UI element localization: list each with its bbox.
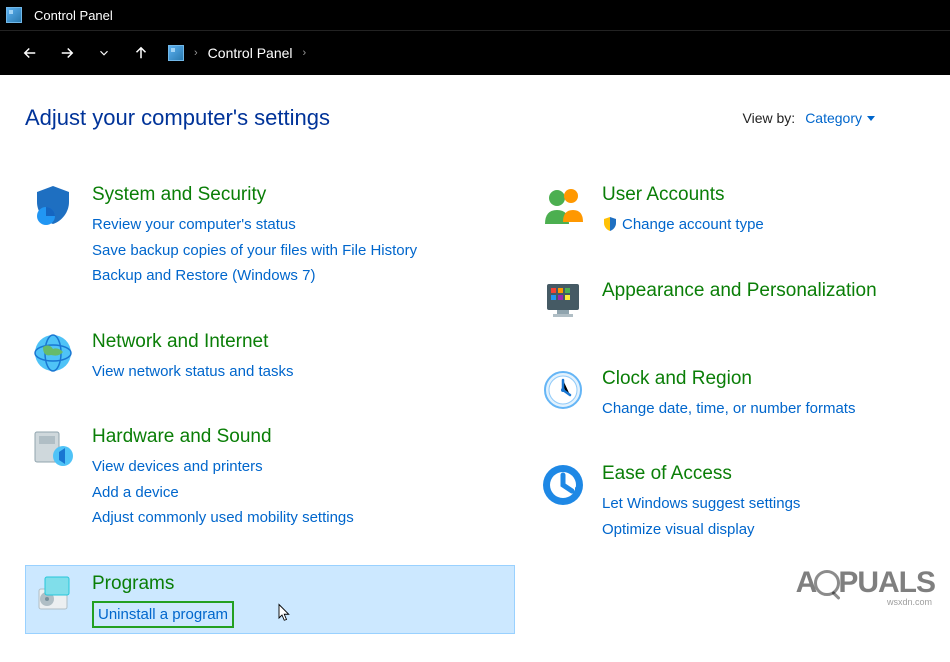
arrow-right-icon <box>58 44 76 62</box>
category-body: Network and Internet View network status… <box>92 329 294 385</box>
category-link[interactable]: Change account type <box>602 212 764 238</box>
category-link[interactable]: Change date, time, or number formats <box>602 396 855 422</box>
title-bar: Control Panel <box>0 0 950 30</box>
category-title[interactable]: Network and Internet <box>92 331 294 353</box>
category-link[interactable]: View devices and printers <box>92 454 354 480</box>
breadcrumb-root[interactable]: Control Panel <box>208 45 293 61</box>
view-by-dropdown[interactable]: Category <box>805 110 875 126</box>
category-title[interactable]: User Accounts <box>602 184 764 206</box>
cursor-icon <box>276 600 294 624</box>
category-title[interactable]: Programs <box>92 573 234 595</box>
nav-recent-button[interactable] <box>86 38 121 68</box>
user-accounts-icon <box>539 182 587 230</box>
category-title[interactable]: System and Security <box>92 184 417 206</box>
ease-of-access-icon <box>539 461 587 509</box>
watermark: APUALS <box>796 566 935 600</box>
category-body: Ease of Access Let Windows suggest setti… <box>602 461 800 542</box>
watermark-sub: wsxdn.com <box>887 597 932 607</box>
category-programs: Programs Uninstall a program <box>25 565 515 634</box>
network-internet-icon <box>29 329 77 377</box>
system-security-icon <box>29 182 77 230</box>
header-row: Adjust your computer's settings View by:… <box>25 105 925 131</box>
category-link[interactable]: Review your computer's status <box>92 212 417 238</box>
category-body: Programs Uninstall a program <box>92 571 234 628</box>
address-bar[interactable]: › Control Panel › <box>168 45 306 61</box>
view-by-label: View by: <box>743 110 796 126</box>
category-title[interactable]: Ease of Access <box>602 463 800 485</box>
category-title[interactable]: Hardware and Sound <box>92 426 354 448</box>
category-columns: System and Security Review your computer… <box>25 176 925 662</box>
control-panel-icon <box>168 45 184 61</box>
category-body: Appearance and Personalization <box>602 278 877 326</box>
page-title: Adjust your computer's settings <box>25 105 330 131</box>
chevron-down-icon <box>97 46 111 60</box>
nav-back-button[interactable] <box>12 38 47 68</box>
shield-icon <box>602 216 618 232</box>
navigation-bar: › Control Panel › <box>0 30 950 75</box>
category-system-security: System and Security Review your computer… <box>25 176 515 295</box>
nav-up-button[interactable] <box>123 38 158 68</box>
category-title[interactable]: Appearance and Personalization <box>602 280 877 302</box>
category-body: Hardware and Sound View devices and prin… <box>92 424 354 531</box>
view-by-control: View by: Category <box>743 110 875 126</box>
category-link[interactable]: Let Windows suggest settings <box>602 491 800 517</box>
nav-forward-button[interactable] <box>49 38 84 68</box>
category-hardware-sound: Hardware and Sound View devices and prin… <box>25 418 515 537</box>
category-body: Clock and Region Change date, time, or n… <box>602 366 855 422</box>
category-link[interactable]: Backup and Restore (Windows 7) <box>92 263 417 289</box>
clock-region-icon <box>539 366 587 414</box>
category-title[interactable]: Clock and Region <box>602 368 855 390</box>
category-network-internet: Network and Internet View network status… <box>25 323 515 391</box>
category-appearance-personalization: Appearance and Personalization <box>535 272 925 332</box>
category-clock-region: Clock and Region Change date, time, or n… <box>535 360 925 428</box>
left-column: System and Security Review your computer… <box>25 176 515 662</box>
category-link[interactable]: Adjust commonly used mobility settings <box>92 505 354 531</box>
category-body: User Accounts Change account type <box>602 182 764 238</box>
arrow-left-icon <box>21 44 39 62</box>
arrow-up-icon <box>132 44 150 62</box>
category-body: System and Security Review your computer… <box>92 182 417 289</box>
control-panel-icon <box>6 7 22 23</box>
appearance-icon <box>539 278 587 326</box>
category-ease-of-access: Ease of Access Let Windows suggest setti… <box>535 455 925 548</box>
programs-icon <box>29 571 77 619</box>
category-link[interactable]: Add a device <box>92 480 354 506</box>
chevron-right-icon: › <box>194 47 198 59</box>
category-link[interactable]: Save backup copies of your files with Fi… <box>92 238 417 264</box>
category-link[interactable]: Optimize visual display <box>602 517 800 543</box>
hardware-sound-icon <box>29 424 77 472</box>
category-link-uninstall[interactable]: Uninstall a program <box>92 601 234 628</box>
chevron-right-icon: › <box>303 47 307 59</box>
category-link[interactable]: View network status and tasks <box>92 359 294 385</box>
magnifier-icon <box>814 570 840 596</box>
category-user-accounts: User Accounts Change account type <box>535 176 925 244</box>
window-title: Control Panel <box>34 8 113 23</box>
